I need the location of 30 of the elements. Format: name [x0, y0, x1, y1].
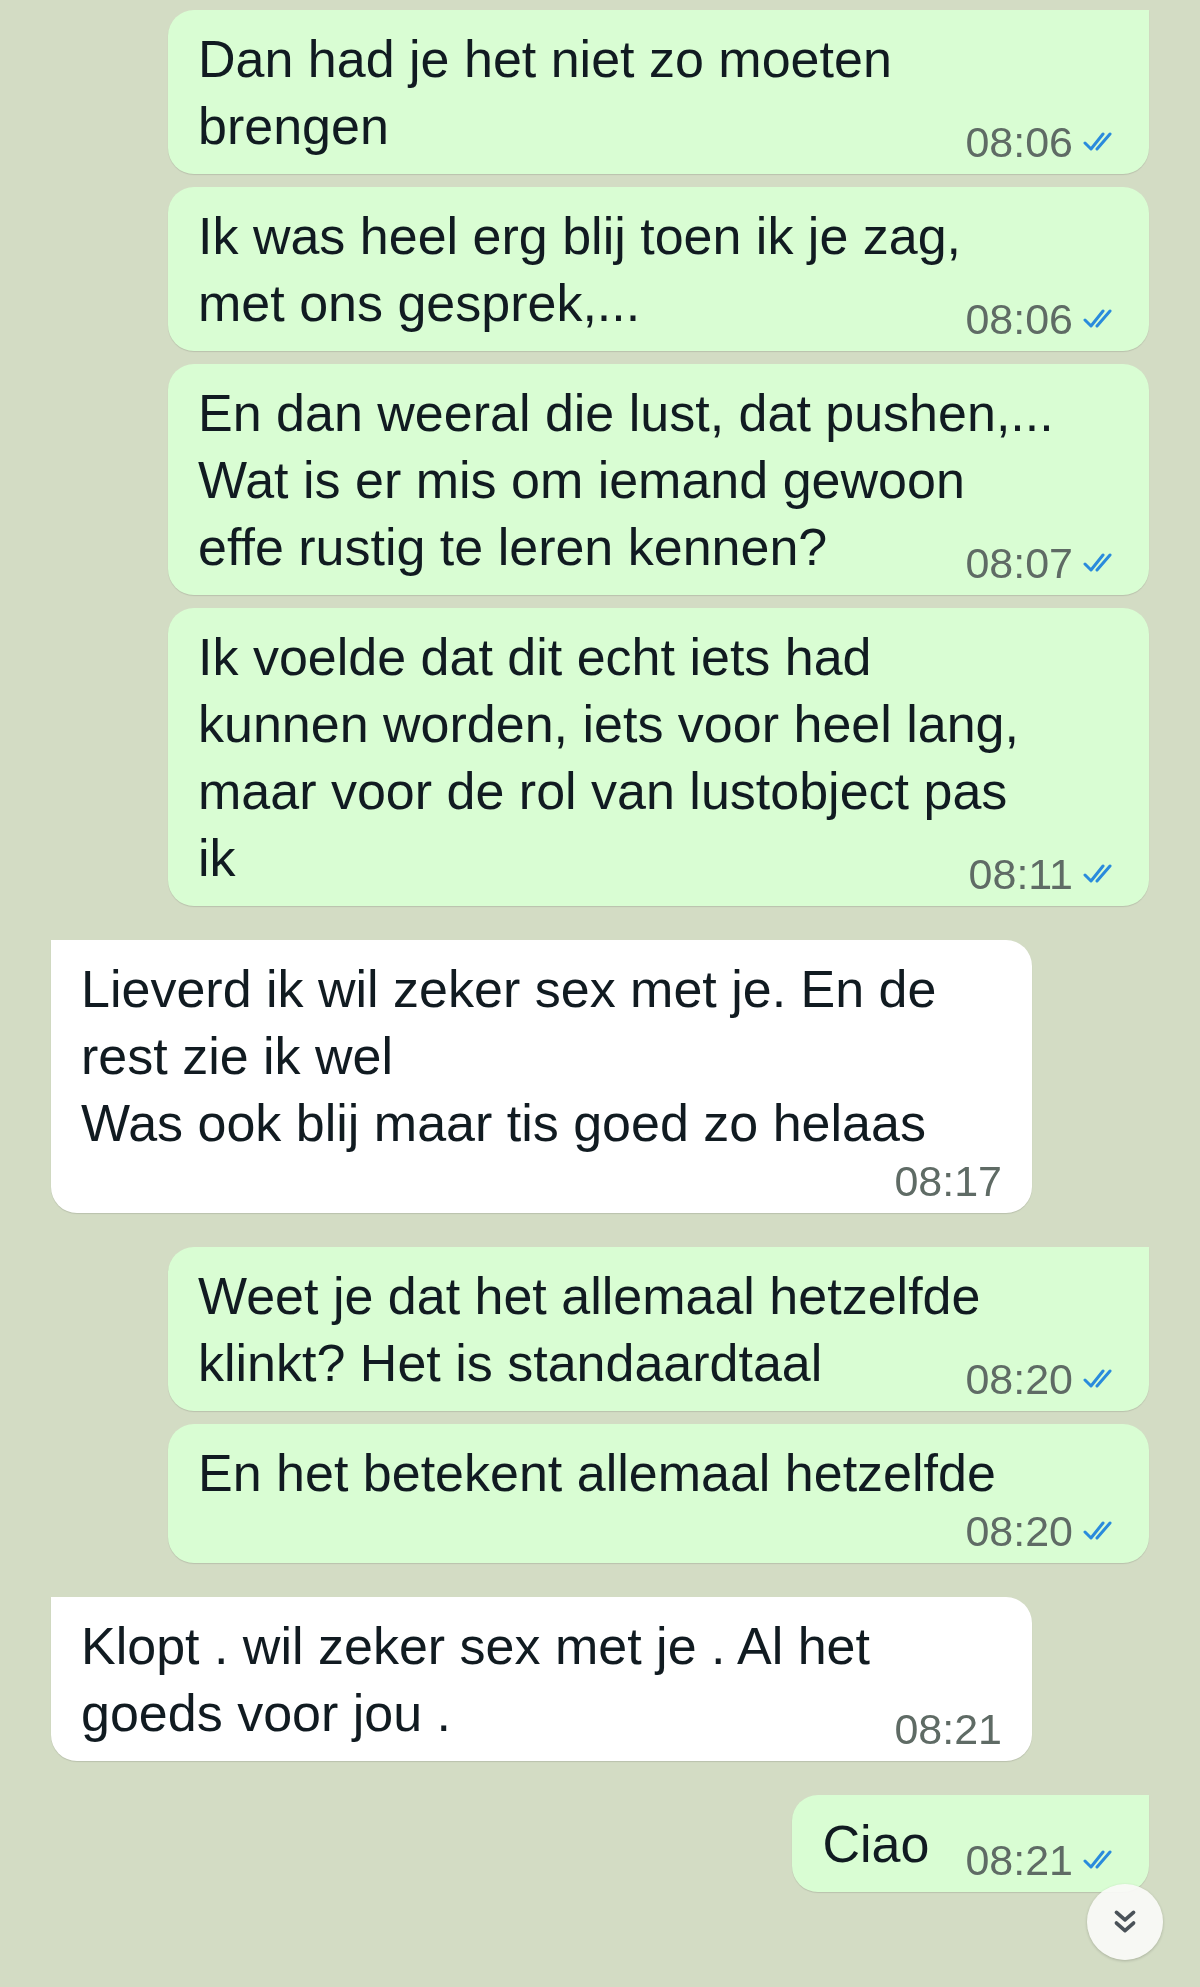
message-line: En dan weeral die lust, dat pushen,...: [198, 383, 1055, 444]
message-line: goeds voor jou .: [81, 1683, 452, 1744]
message-line: maar voor de rol van lustobject pas: [198, 761, 1009, 822]
message-line: En het betekent allemaal hetzelfde: [198, 1443, 996, 1504]
message-line: brengen: [198, 96, 389, 157]
message-line: Ik voelde dat dit echt iets had: [198, 627, 873, 688]
message-line: klinkt? Het is standaardtaal: [198, 1333, 823, 1394]
message-time: 08:21: [894, 1705, 1002, 1753]
message-line: Wat is er mis om iemand gewoon: [198, 450, 966, 511]
message-line: Lieverd ik wil zeker sex met je. En de: [81, 959, 938, 1020]
message-line: ik: [198, 828, 236, 889]
message-line: met ons gesprek,...: [198, 273, 641, 334]
message-time: 08:06: [965, 118, 1073, 166]
message-line: Dan had je het niet zo moeten: [198, 29, 893, 90]
message-line: kunnen worden, iets voor heel lang,: [198, 694, 1020, 755]
message-line: effe rustig te leren kennen?: [198, 517, 828, 578]
message-time: 08:17: [894, 1157, 1002, 1205]
message-time: 08:20: [965, 1507, 1073, 1555]
message-line: Klopt . wil zeker sex met je . Al het: [81, 1616, 871, 1677]
message-time: 08:07: [965, 539, 1073, 587]
message-line: Weet je dat het allemaal hetzelfde: [198, 1266, 982, 1327]
message-line: Ciao: [822, 1814, 930, 1875]
message-time: 08:20: [965, 1355, 1073, 1403]
message-line: Was ook blij maar tis goed zo helaas: [81, 1093, 926, 1154]
message-time: 08:06: [965, 295, 1073, 343]
message-time: 08:11: [968, 850, 1073, 898]
scroll-down-button[interactable]: [1087, 1884, 1163, 1960]
message-line: rest zie ik wel: [81, 1026, 395, 1087]
message-time: 08:21: [965, 1836, 1073, 1884]
message-line: Ik was heel erg blij toen ik je zag,: [198, 206, 963, 267]
